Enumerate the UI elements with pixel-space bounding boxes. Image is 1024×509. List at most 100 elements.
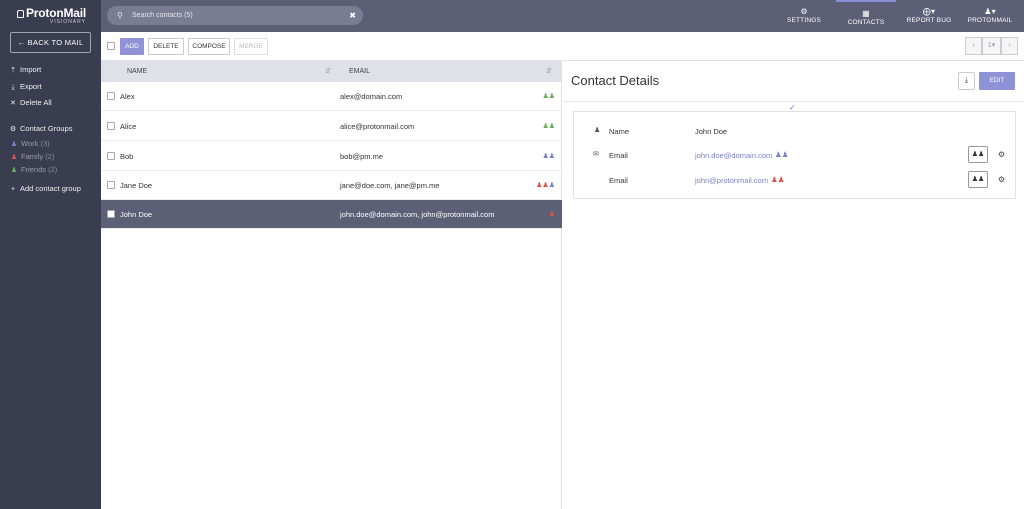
- users-icon: ♟♟: [542, 153, 555, 160]
- contact-email: bob@pm.me: [340, 152, 384, 161]
- next-page-button[interactable]: ›: [1001, 37, 1018, 55]
- field-label-name: Name: [609, 127, 630, 136]
- gear-icon[interactable]: ⚙: [998, 150, 1005, 159]
- table-row[interactable]: Alice alice@protonmail.com ♟♟: [101, 112, 562, 141]
- lock-icon: [17, 10, 24, 18]
- add-button[interactable]: ADD: [120, 38, 144, 55]
- group-friends[interactable]: ♟ Friends (2): [10, 165, 57, 174]
- chevron-left-icon: ‹: [972, 42, 975, 49]
- back-to-mail-label: BACK TO MAIL: [27, 38, 84, 47]
- add-contact-group-link[interactable]: + Add contact group: [9, 184, 81, 193]
- gear-icon: ⚙: [9, 126, 17, 133]
- bug-icon: ⨁▾: [922, 7, 936, 16]
- contact-group-button[interactable]: ♟♟: [968, 171, 988, 188]
- users-icon: ♟♟: [971, 151, 985, 158]
- field-value-name: John Doe: [695, 127, 728, 136]
- import-label: Import: [20, 65, 42, 74]
- table-row[interactable]: John Doe john.doe@domain.com, john@proto…: [101, 200, 562, 229]
- page-select[interactable]: 1▾: [982, 37, 1001, 55]
- contact-name: Alex: [120, 92, 135, 101]
- contact-groups-heading[interactable]: ⚙ Contact Groups: [9, 124, 73, 133]
- table-row[interactable]: Jane Doe jane@doe.com, jane@pm.me ♟♟♟: [101, 171, 562, 200]
- nav-report-bug[interactable]: ⨁▾ REPORT BUG: [904, 0, 954, 32]
- contact-card: ♟ Name John Doe ✉ Email john.doe@domain.…: [573, 111, 1016, 199]
- nav-settings[interactable]: ⚙ SETTINGS: [784, 0, 824, 32]
- list-header: NAME ⇵ EMAIL ⇵: [101, 61, 562, 82]
- import-link[interactable]: ⤒ Import: [9, 65, 41, 75]
- group-work[interactable]: ♟ Work (3): [10, 139, 50, 148]
- users-icon: ♟♟: [775, 150, 789, 159]
- back-to-mail-button[interactable]: ← BACK TO MAIL: [10, 32, 91, 53]
- user-icon: ♟: [594, 127, 601, 134]
- row-checkbox[interactable]: [107, 152, 115, 160]
- contact-email: alex@domain.com: [340, 92, 403, 101]
- contact-groups-label: Contact Groups: [20, 124, 73, 133]
- row-checkbox[interactable]: [107, 210, 115, 218]
- contact-name: Jane Doe: [120, 181, 153, 190]
- search-placeholder: Search contacts (5): [132, 12, 193, 19]
- group-work-name: Work: [21, 139, 39, 148]
- top-bar: ⚲ Search contacts (5) ✖ ⚙ SETTINGS ▦ CON…: [101, 0, 1024, 32]
- download-icon: ⤓: [11, 84, 15, 91]
- divider: [563, 101, 1024, 102]
- search-input[interactable]: ⚲ Search contacts (5) ✖: [107, 6, 363, 25]
- search-icon: ⚲: [117, 11, 123, 20]
- contact-email: alice@protonmail.com: [340, 122, 415, 131]
- merge-button[interactable]: MERGE: [234, 38, 268, 55]
- group-friends-count: (2): [48, 165, 58, 174]
- export-link[interactable]: ⤓ Export: [9, 82, 42, 92]
- compose-button[interactable]: COMPOSE: [188, 38, 230, 55]
- sort-icon[interactable]: ⇵: [546, 61, 552, 82]
- page-title: Contact Details: [571, 73, 660, 88]
- delete-button[interactable]: DELETE: [148, 38, 184, 55]
- edit-button[interactable]: EDIT: [979, 72, 1015, 90]
- contact-name: Bob: [120, 152, 134, 161]
- add-contact-group-label: Add contact group: [20, 184, 81, 193]
- group-family-name: Family: [21, 152, 44, 161]
- select-all-checkbox[interactable]: [107, 42, 115, 50]
- field-label-email: Email: [609, 176, 628, 185]
- delete-all-link[interactable]: ✕ Delete All: [9, 98, 52, 107]
- contact-email: john.doe@domain.com, john@protonmail.com: [340, 210, 495, 219]
- gears-icon: ⚙: [800, 7, 808, 16]
- column-header-email[interactable]: EMAIL: [349, 61, 370, 82]
- email-link[interactable]: john@protonmail.com: [695, 176, 768, 185]
- gear-icon[interactable]: ⚙: [998, 175, 1005, 184]
- contact-email: jane@doe.com, jane@pm.me: [340, 181, 440, 190]
- contact-details-panel: Contact Details ⤓ EDIT ✓ ♟ Name John Doe…: [563, 61, 1024, 509]
- users-icon: ♟♟♟: [536, 182, 555, 189]
- envelope-icon: ✉: [593, 151, 599, 158]
- group-family[interactable]: ♟ Family (2): [10, 152, 55, 161]
- sort-icon[interactable]: ⇵: [325, 61, 331, 82]
- plus-icon: +: [10, 186, 16, 193]
- group-friends-name: Friends: [21, 165, 47, 174]
- nav-contacts[interactable]: ▦ CONTACTS: [836, 0, 896, 32]
- upload-icon: ⤒: [11, 67, 15, 74]
- sidebar: ProtonMail VISIONARY ← BACK TO MAIL ⤒ Imp…: [0, 0, 101, 509]
- delete-all-label: Delete All: [20, 98, 52, 107]
- nav-account[interactable]: ♟▾ PROTONMAIL: [965, 0, 1015, 32]
- users-icon: ♟: [10, 141, 18, 148]
- row-checkbox[interactable]: [107, 122, 115, 130]
- brand-logo: ProtonMail VISIONARY: [17, 6, 86, 25]
- table-row[interactable]: Alex alex@domain.com ♟♟: [101, 82, 562, 111]
- contact-name: Alice: [120, 122, 137, 131]
- close-icon: ✕: [10, 100, 16, 107]
- email-link[interactable]: john.doe@domain.com: [695, 151, 772, 160]
- download-vcard-button[interactable]: ⤓: [958, 72, 975, 90]
- prev-page-button[interactable]: ‹: [965, 37, 982, 55]
- users-icon: ♟: [10, 154, 18, 161]
- users-icon: ♟♟: [971, 176, 985, 183]
- export-label: Export: [20, 82, 42, 91]
- field-label-email: Email: [609, 151, 628, 160]
- table-row[interactable]: Bob bob@pm.me ♟♟: [101, 142, 562, 171]
- row-checkbox[interactable]: [107, 92, 115, 100]
- group-work-count: (3): [40, 139, 50, 148]
- clear-search-icon[interactable]: ✖: [349, 6, 356, 25]
- column-header-name[interactable]: NAME: [127, 61, 147, 82]
- row-checkbox[interactable]: [107, 181, 115, 189]
- toolbar: ADD DELETE COMPOSE MERGE ‹ 1▾ ›: [101, 32, 1024, 61]
- users-icon: ♟♟: [542, 93, 555, 100]
- users-icon: ♟♟: [542, 123, 555, 130]
- contact-group-button[interactable]: ♟♟: [968, 146, 988, 163]
